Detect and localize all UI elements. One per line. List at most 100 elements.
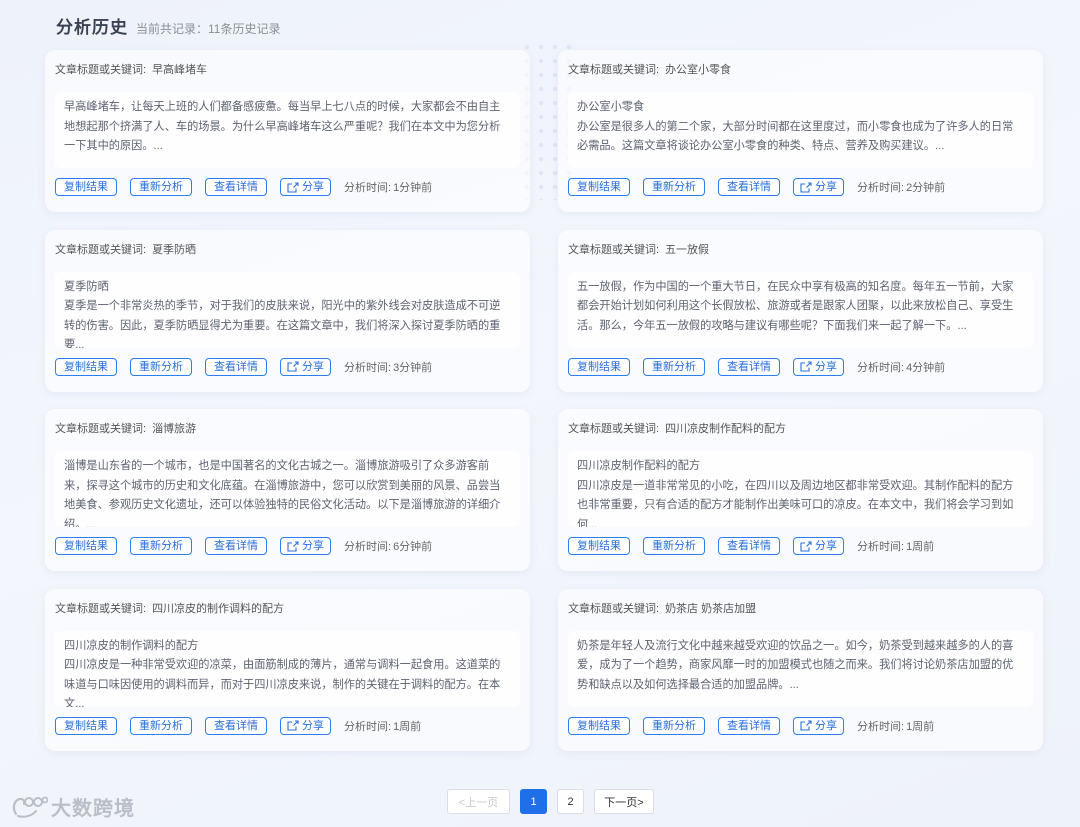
share-label: 分享	[815, 360, 837, 373]
view-detail-button[interactable]: 查看详情	[205, 537, 267, 555]
keyword-label: 文章标题或关键词:	[55, 243, 147, 256]
copy-result-button[interactable]: 复制结果	[55, 537, 117, 555]
card-content: 奶茶是年轻人及流行文化中越来越受欢迎的饮品之一。如今，奶茶受到越来越多的人的喜爱…	[568, 630, 1033, 707]
reanalyze-button[interactable]: 重新分析	[643, 537, 705, 555]
card-subtitle: 办公室小零食	[577, 101, 645, 113]
share-label: 分享	[815, 540, 837, 552]
card-keyword: 早高峰堵车	[152, 64, 208, 76]
card-keyword-row: 文章标题或关键词: 四川凉皮制作配料的配方	[568, 421, 1033, 437]
copy-result-button[interactable]: 复制结果	[568, 716, 630, 735]
card-summary: 淄博是山东省的一个城市，也是中国著名的文化古城之一。淄博旅游吸引了众多游客前来，…	[64, 460, 501, 527]
reanalyze-button[interactable]: 重新分析	[643, 357, 705, 376]
card-keyword-row: 文章标题或关键词: 早高峰堵车	[55, 62, 520, 78]
pagination: <上一页 1 2 下一页>	[447, 789, 664, 814]
share-label: 分享	[815, 181, 837, 193]
card-keyword-row: 文章标题或关键词: 四川凉皮的制作调料的配方	[55, 601, 520, 617]
page-2-button[interactable]: 2	[557, 789, 584, 814]
card-summary: 奶茶是年轻人及流行文化中越来越受欢迎的饮品之一。如今，奶茶受到越来越多的人的喜爱…	[577, 639, 1014, 691]
card-content: 早高峰堵车，让每天上班的人们都备感疲惫。每当早上七八点的时候，大家都会不由自主地…	[55, 92, 520, 168]
view-detail-button[interactable]: 查看详情	[718, 716, 780, 735]
copy-result-button[interactable]: 复制结果	[55, 357, 117, 376]
card-keyword-row: 文章标题或关键词: 夏季防晒	[55, 242, 520, 258]
time-value: 1周前	[906, 541, 935, 553]
time-value: 3分钟前	[393, 361, 433, 374]
time-value: 1周前	[906, 720, 935, 733]
reanalyze-button[interactable]: 重新分析	[130, 716, 192, 735]
card-content: 淄博是山东省的一个城市，也是中国著名的文化古城之一。淄博旅游吸引了众多游客前来，…	[55, 451, 520, 527]
prev-page-button[interactable]: <上一页	[447, 789, 510, 814]
history-card: 文章标题或关键词: 五一放假 五一放假，作为中国的一个重大节日，在民众中享有极高的…	[558, 229, 1043, 392]
share-button[interactable]: 分享	[793, 716, 844, 735]
share-icon	[287, 540, 299, 552]
analysis-time: 分析时间: 4分钟前	[857, 359, 945, 375]
copy-result-button[interactable]: 复制结果	[568, 537, 630, 555]
logo-icon	[12, 796, 48, 818]
card-keyword: 奶茶店 奶茶店加盟	[665, 602, 757, 615]
reanalyze-button[interactable]: 重新分析	[643, 716, 705, 735]
copy-result-button[interactable]: 复制结果	[55, 716, 117, 735]
copy-result-button[interactable]: 复制结果	[568, 178, 630, 196]
time-value: 1分钟前	[393, 182, 433, 194]
view-detail-button[interactable]: 查看详情	[718, 357, 780, 376]
share-button[interactable]: 分享	[280, 178, 331, 196]
keyword-label: 文章标题或关键词:	[55, 64, 147, 76]
share-button[interactable]: 分享	[793, 357, 844, 376]
view-detail-button[interactable]: 查看详情	[205, 178, 267, 196]
card-keyword-row: 文章标题或关键词: 五一放假	[568, 242, 1033, 258]
share-button[interactable]: 分享	[280, 357, 331, 376]
keyword-label: 文章标题或关键词:	[568, 602, 660, 615]
copy-result-button[interactable]: 复制结果	[55, 178, 117, 196]
view-detail-button[interactable]: 查看详情	[718, 178, 780, 196]
page-1-button[interactable]: 1	[520, 789, 547, 814]
card-content: 办公室小零食办公室是很多人的第二个家，大部分时间都在这里度过，而小零食也成为了许…	[568, 92, 1033, 168]
share-button[interactable]: 分享	[793, 178, 844, 196]
share-button[interactable]: 分享	[793, 537, 844, 555]
card-keyword: 五一放假	[665, 243, 710, 256]
reanalyze-button[interactable]: 重新分析	[643, 178, 705, 196]
card-actions: 复制结果 重新分析 查看详情 分享 分析时间: 2分钟前	[568, 178, 945, 196]
card-keyword-row: 文章标题或关键词: 淄博旅游	[55, 421, 520, 437]
share-label: 分享	[302, 719, 324, 732]
share-icon	[800, 361, 812, 372]
analysis-time: 分析时间: 6分钟前	[344, 538, 432, 554]
card-summary: 夏季是一个非常炎热的季节，对于我们的皮肤来说，阳光中的紫外线会对皮肤造成不可逆转…	[64, 300, 501, 348]
card-content: 四川凉皮制作配料的配方 四川凉皮是一道非常常见的小吃，在四川以及周边地区都非常受欢…	[568, 451, 1033, 527]
share-icon	[800, 720, 812, 731]
share-label: 分享	[302, 360, 324, 373]
watermark-logo: 大数跨境	[10, 792, 135, 821]
card-keyword-row: 文章标题或关键词: 办公室小零食	[568, 62, 1033, 78]
card-content: 四川凉皮的制作调料的配方四川凉皮是一种非常受欢迎的凉菜，由面筋制成的薄片，通常与…	[55, 630, 520, 707]
time-label: 分析时间:	[344, 720, 392, 733]
history-card: 文章标题或关键词: 四川凉皮的制作调料的配方 四川凉皮的制作调料的配方四川凉皮是一…	[45, 588, 530, 751]
reanalyze-button[interactable]: 重新分析	[130, 178, 192, 196]
time-label: 分析时间:	[857, 720, 905, 733]
reanalyze-button[interactable]: 重新分析	[130, 537, 192, 555]
reanalyze-button[interactable]: 重新分析	[130, 357, 192, 376]
card-actions: 复制结果 重新分析 查看详情 分享 分析时间: 1分钟前	[55, 178, 432, 196]
card-content: 夏季防晒 夏季是一个非常炎热的季节，对于我们的皮肤来说，阳光中的紫外线会对皮肤造成…	[55, 271, 520, 348]
analysis-time: 分析时间: 1分钟前	[344, 179, 432, 195]
card-actions: 复制结果 重新分析 查看详情 分享 分析时间: 3分钟前	[55, 357, 433, 376]
next-page-button[interactable]: 下一页>	[594, 789, 654, 814]
card-summary: 办公室是很多人的第二个家，大部分时间都在这里度过，而小零食也成为了许多人的日常必…	[577, 120, 1014, 153]
share-button[interactable]: 分享	[280, 537, 331, 555]
time-label: 分析时间:	[344, 361, 392, 374]
history-card: 文章标题或关键词: 夏季防晒 夏季防晒 夏季是一个非常炎热的季节，对于我们的皮肤来说…	[45, 229, 530, 392]
keyword-label: 文章标题或关键词:	[55, 423, 147, 435]
history-card: 文章标题或关键词: 四川凉皮制作配料的配方 四川凉皮制作配料的配方 四川凉皮是一道非…	[558, 409, 1043, 571]
card-actions: 复制结果 重新分析 查看详情 分享 分析时间: 6分钟前	[55, 537, 432, 555]
card-subtitle: 四川凉皮的制作调料的配方	[64, 639, 199, 652]
copy-result-button[interactable]: 复制结果	[568, 357, 630, 376]
card-subtitle: 四川凉皮制作配料的配方	[577, 460, 701, 472]
card-summary: 四川凉皮是一种非常受欢迎的凉菜，由面筋制成的薄片，通常与调料一起食用。这道菜的味…	[64, 659, 501, 707]
analysis-time: 分析时间: 1周前	[857, 718, 934, 734]
view-detail-button[interactable]: 查看详情	[205, 716, 267, 735]
card-keyword: 淄博旅游	[152, 423, 197, 435]
analysis-time: 分析时间: 2分钟前	[857, 179, 945, 195]
view-detail-button[interactable]: 查看详情	[205, 357, 267, 376]
share-button[interactable]: 分享	[280, 716, 331, 735]
keyword-label: 文章标题或关键词:	[568, 243, 660, 256]
card-keyword-row: 文章标题或关键词: 奶茶店 奶茶店加盟	[568, 601, 1033, 617]
view-detail-button[interactable]: 查看详情	[718, 537, 780, 555]
share-label: 分享	[815, 719, 837, 732]
